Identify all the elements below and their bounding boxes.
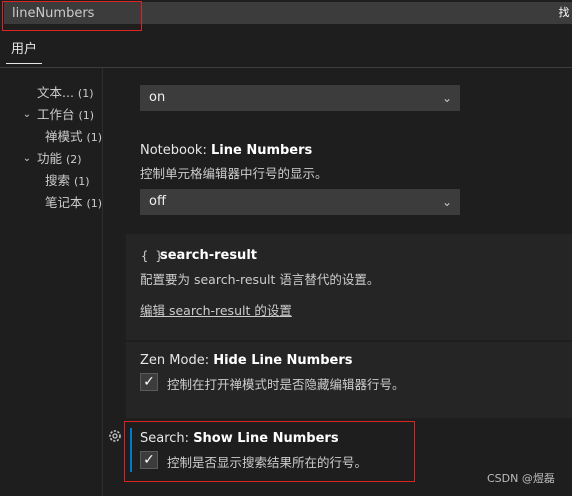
- setting-title-search-result: search-result: [160, 248, 257, 263]
- settings-tabs: 用户: [0, 26, 572, 68]
- watermark: CSDN @煜磊: [487, 472, 555, 485]
- search-show-line-numbers-checkbox[interactable]: ✓: [140, 451, 158, 469]
- gear-icon[interactable]: [107, 428, 123, 444]
- setting-description: 控制是否显示搜索结果所在的行号。: [167, 455, 368, 470]
- toc-item-count: (1): [74, 175, 90, 188]
- chevron-down-icon[interactable]: ⌄: [21, 148, 33, 170]
- toc-item-count: (1): [78, 109, 95, 122]
- toc-item-label: 笔记本: [45, 195, 83, 210]
- setting-description: 控制单元格编辑器中行号的显示。: [140, 166, 328, 181]
- setting-category: Search:: [140, 431, 194, 446]
- setting-name: search-result: [160, 248, 257, 263]
- edit-search-result-settings-link[interactable]: 编辑 search-result 的设置: [140, 300, 292, 319]
- select-value: on: [149, 90, 166, 105]
- search-action-button[interactable]: 找: [556, 2, 572, 24]
- toc-item-label: 搜索: [45, 173, 71, 188]
- select-value: off: [149, 194, 166, 209]
- tab-user[interactable]: 用户: [6, 40, 42, 64]
- toc-item-label: 工作台: [37, 107, 75, 122]
- checkmark-icon: ✓: [143, 374, 155, 390]
- setting-category: Notebook:: [140, 143, 211, 158]
- setting-title-zen-hide-line-numbers: Zen Mode: Hide Line Numbers: [140, 353, 353, 368]
- toc-item-zen-mode[interactable]: 禅模式 (1): [45, 126, 102, 148]
- setting-name: Hide Line Numbers: [213, 353, 353, 368]
- toc-item-search[interactable]: 搜索 (1): [45, 170, 90, 192]
- chevron-down-icon: ⌄: [441, 195, 452, 209]
- checkmark-icon: ✓: [143, 452, 155, 468]
- setting-title-notebook-line-numbers: Notebook: Line Numbers: [140, 143, 312, 158]
- toc-item-features[interactable]: 功能 (2): [37, 148, 82, 170]
- toc-item-count: (1): [86, 197, 103, 210]
- toc-item-label: 禅模式: [45, 129, 83, 144]
- search-input[interactable]: [4, 2, 556, 24]
- setting-name: Line Numbers: [210, 143, 313, 158]
- chevron-down-icon: ⌄: [441, 91, 452, 105]
- toc-item-label: 功能: [37, 151, 63, 166]
- focus-indicator: [130, 428, 132, 472]
- toc-item-count: (1): [86, 131, 103, 144]
- notebook-line-numbers-select[interactable]: off ⌄: [140, 189, 460, 215]
- toc-item-count: (2): [66, 153, 82, 166]
- setting-description: 配置要为 search-result 语言替代的设置。: [140, 272, 380, 287]
- setting-description: 控制在打开禅模式时是否隐藏编辑器行号。: [167, 377, 405, 392]
- setting-category: Zen Mode:: [140, 353, 214, 368]
- search-bar: 找: [0, 0, 572, 26]
- toc-item-workbench[interactable]: 工作台 (1): [37, 104, 94, 126]
- toc-divider: [102, 68, 103, 496]
- toc-item-notebook[interactable]: 笔记本 (1): [45, 192, 102, 214]
- setting-select-top[interactable]: on ⌄: [140, 85, 460, 111]
- toc-item-count: (1): [77, 87, 94, 100]
- toc-item-text-editor[interactable]: 文本... (1): [37, 82, 94, 104]
- toc-item-label: 文本...: [37, 85, 74, 100]
- setting-name: Show Line Numbers: [193, 431, 339, 446]
- setting-title-search-show-line-numbers: Search: Show Line Numbers: [140, 431, 339, 446]
- chevron-down-icon[interactable]: ⌄: [21, 104, 33, 126]
- zen-hide-line-numbers-checkbox[interactable]: ✓: [140, 373, 158, 391]
